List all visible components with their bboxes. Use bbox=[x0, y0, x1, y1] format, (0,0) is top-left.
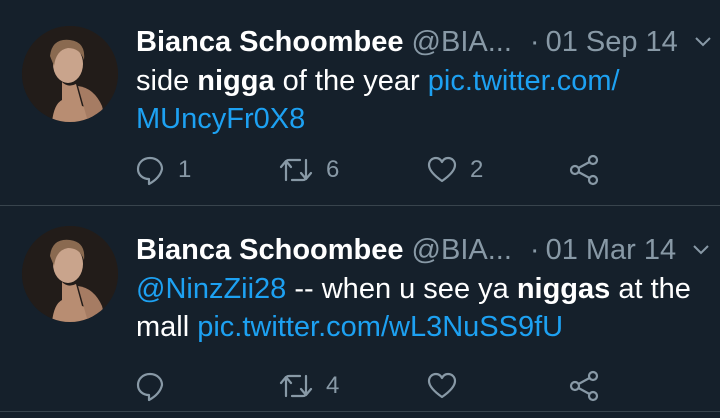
tweet-text: @NinzZii28 -- when u see ya niggas at th… bbox=[136, 270, 698, 346]
like-button[interactable] bbox=[426, 366, 470, 406]
tweet[interactable]: Bianca Schoombee @BIA... · 01 Sep 14 sid… bbox=[0, 0, 720, 206]
author-handle[interactable]: @BIA... bbox=[412, 234, 512, 267]
retweet-icon bbox=[278, 370, 314, 402]
separator-dot: · bbox=[529, 233, 540, 266]
tweet-header: Bianca Schoombee @BIA... · 01 Sep 14 bbox=[136, 22, 711, 62]
chevron-down-icon[interactable] bbox=[694, 31, 712, 53]
retweet-button[interactable]: 4 bbox=[278, 366, 339, 406]
tweet[interactable]: Bianca Schoombee @BIA... · 01 Mar 14 @Ni… bbox=[0, 206, 720, 412]
tweet-actions: 4 bbox=[134, 366, 680, 406]
reply-icon bbox=[134, 370, 166, 402]
reply-button[interactable]: 1 bbox=[134, 150, 191, 190]
tweet-text: side nigga of the year pic.twitter.com/M… bbox=[136, 62, 698, 138]
tweet-link[interactable]: pic.twitter.com/ bbox=[428, 65, 620, 97]
tweet-date[interactable]: 01 Mar 14 bbox=[546, 234, 677, 267]
share-icon bbox=[568, 370, 600, 402]
tweet-link[interactable]: MUncyFr0X8 bbox=[136, 103, 305, 135]
share-icon bbox=[568, 154, 600, 186]
heart-icon bbox=[426, 154, 458, 186]
heart-icon bbox=[426, 370, 458, 402]
like-button[interactable]: 2 bbox=[426, 150, 483, 190]
retweet-count: 4 bbox=[326, 372, 340, 399]
retweet-button[interactable]: 6 bbox=[278, 150, 339, 190]
author-name[interactable]: Bianca Schoombee bbox=[136, 26, 404, 59]
reply-icon bbox=[134, 154, 166, 186]
avatar[interactable] bbox=[22, 226, 118, 322]
retweet-count: 6 bbox=[326, 156, 340, 183]
like-count: 2 bbox=[470, 156, 484, 183]
tweet-text-segment: at the bbox=[610, 273, 691, 305]
mention-link[interactable]: @NinzZii28 bbox=[136, 273, 286, 305]
reply-count: 1 bbox=[178, 156, 192, 183]
retweet-icon bbox=[278, 154, 314, 186]
separator-dot: · bbox=[529, 25, 540, 58]
share-button[interactable] bbox=[568, 150, 600, 190]
author-handle[interactable]: @BIA... bbox=[412, 26, 512, 59]
tweet-text-segment: side bbox=[136, 65, 198, 97]
author-name[interactable]: Bianca Schoombee bbox=[136, 234, 404, 267]
tweet-text-segment: of the year bbox=[274, 65, 428, 97]
avatar[interactable] bbox=[22, 26, 118, 122]
tweet-text-segment: mall bbox=[136, 311, 198, 343]
chevron-down-icon[interactable] bbox=[692, 239, 710, 261]
tweet-header: Bianca Schoombee @BIA... · 01 Mar 14 bbox=[136, 230, 709, 270]
share-button[interactable] bbox=[568, 366, 600, 406]
reply-button[interactable] bbox=[134, 366, 178, 406]
tweet-text-bold: niggas bbox=[516, 273, 611, 305]
tweet-date[interactable]: 01 Sep 14 bbox=[546, 26, 678, 59]
tweet-text-segment: -- when u see ya bbox=[286, 273, 517, 305]
tweet-text-bold: nigga bbox=[197, 65, 275, 97]
tweet-actions: 1 6 2 bbox=[134, 150, 680, 190]
tweet-link[interactable]: pic.twitter.com/wL3NuSS9fU bbox=[197, 311, 563, 343]
